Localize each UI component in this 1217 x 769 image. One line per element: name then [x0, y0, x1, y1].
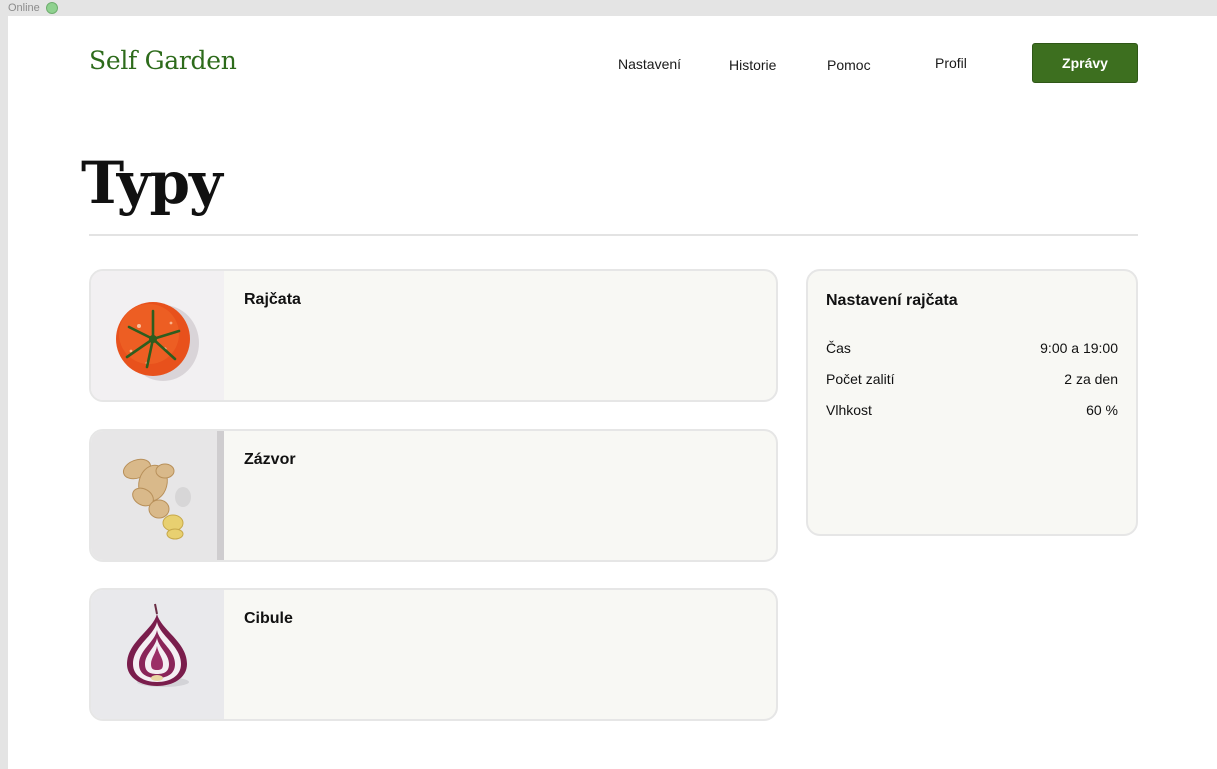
onion-image	[91, 590, 224, 719]
setting-row-humidity: Vlhkost 60 %	[826, 401, 1118, 419]
setting-label: Počet zalití	[826, 371, 895, 387]
plant-name: Cibule	[244, 610, 293, 627]
plant-name: Zázvor	[244, 451, 296, 468]
setting-value: 2 za den	[1064, 371, 1118, 387]
page-title: Typy	[81, 149, 223, 217]
plant-name: Rajčata	[244, 291, 301, 308]
ginger-image	[91, 431, 224, 560]
title-divider	[89, 234, 1138, 236]
nav-settings[interactable]: Nastavení	[618, 55, 681, 73]
tomato-image	[91, 271, 224, 400]
setting-label: Vlhkost	[826, 402, 872, 418]
page: Self Garden Nastavení Historie Pomoc Pro…	[8, 16, 1217, 769]
setting-value: 9:00 a 19:00	[1040, 340, 1118, 356]
app-logo[interactable]: Self Garden	[89, 45, 237, 77]
setting-row-time: Čas 9:00 a 19:00	[826, 339, 1118, 357]
plant-card-onion[interactable]: Cibule	[89, 588, 778, 721]
messages-button[interactable]: Zprávy	[1032, 43, 1138, 83]
setting-value: 60 %	[1086, 402, 1118, 418]
settings-title: Nastavení rajčata	[826, 292, 958, 309]
setting-label: Čas	[826, 340, 851, 356]
nav-history[interactable]: Historie	[729, 56, 776, 74]
online-indicator-icon	[46, 2, 58, 14]
nav-help[interactable]: Pomoc	[827, 56, 871, 74]
plant-card-ginger[interactable]: Zázvor	[89, 429, 778, 562]
plant-card-tomato[interactable]: Rajčata	[89, 269, 778, 402]
setting-row-watering: Počet zalití 2 za den	[826, 370, 1118, 388]
plant-settings-panel: Nastavení rajčata Čas 9:00 a 19:00 Počet…	[806, 269, 1138, 536]
nav-profile[interactable]: Profil	[935, 54, 967, 72]
status-bar: Online	[0, 0, 1217, 16]
status-label: Online	[8, 2, 40, 14]
